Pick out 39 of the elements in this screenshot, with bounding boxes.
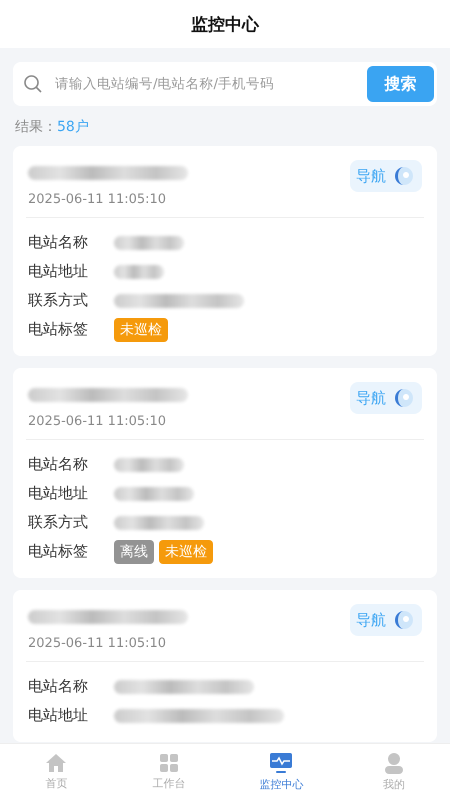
- field-label: 电站地址: [28, 706, 89, 725]
- field-label: 电站地址: [28, 484, 89, 503]
- compass-icon: [394, 610, 414, 630]
- tab-item[interactable]: 监控中心: [225, 744, 338, 800]
- navigate-button[interactable]: 导航: [350, 382, 422, 414]
- status-tag: 未巡检: [114, 318, 168, 342]
- compass-icon: [394, 388, 414, 408]
- grid-icon: [158, 753, 179, 773]
- station-card[interactable]: 2025-06-11 11:05:10 导航 电站名称 电站地址 联系方式 电站标签 未巡检: [13, 146, 437, 356]
- field-label: 联系方式: [28, 513, 89, 532]
- result-label: 结果：: [15, 118, 57, 136]
- search-icon: [23, 74, 43, 94]
- station-card[interactable]: 2025-06-11 11:05:10 导航 电站名称 电站地址: [13, 590, 437, 742]
- person-icon: [384, 752, 404, 774]
- status-tag: 未巡检: [159, 540, 213, 564]
- navigate-button[interactable]: 导航: [350, 604, 422, 636]
- station-card[interactable]: 2025-06-11 11:05:10 导航 电站名称 电站地址 联系方式 电站标签 离线 未巡检: [13, 368, 437, 578]
- field-label: 电站标签: [28, 542, 89, 561]
- tab-item[interactable]: 工作台: [112, 744, 225, 800]
- home-icon: [45, 753, 68, 773]
- field-label: 电站地址: [28, 262, 89, 281]
- result-count: 58户: [57, 118, 89, 136]
- field-label: 电站名称: [28, 677, 89, 696]
- field-label: 电站名称: [28, 455, 89, 474]
- status-tag: 离线: [114, 540, 154, 564]
- monitor-icon: [269, 752, 294, 774]
- search-field[interactable]: 请输入电站编号/电站名称/手机号码 搜索: [13, 62, 437, 106]
- timestamp: 2025-06-11 11:05:10: [28, 192, 168, 207]
- search-button[interactable]: 搜索: [367, 66, 434, 102]
- timestamp: 2025-06-11 11:05:10: [28, 636, 168, 651]
- field-label: 电站名称: [28, 233, 89, 252]
- field-label: 电站标签: [28, 320, 89, 339]
- tab-item[interactable]: 首页: [0, 744, 112, 800]
- tab-item[interactable]: 我的: [338, 744, 450, 800]
- page-title: 监控中心: [191, 14, 259, 36]
- navigate-button[interactable]: 导航: [350, 160, 422, 192]
- field-label: 联系方式: [28, 291, 89, 310]
- compass-icon: [394, 166, 414, 186]
- timestamp: 2025-06-11 11:05:10: [28, 414, 168, 429]
